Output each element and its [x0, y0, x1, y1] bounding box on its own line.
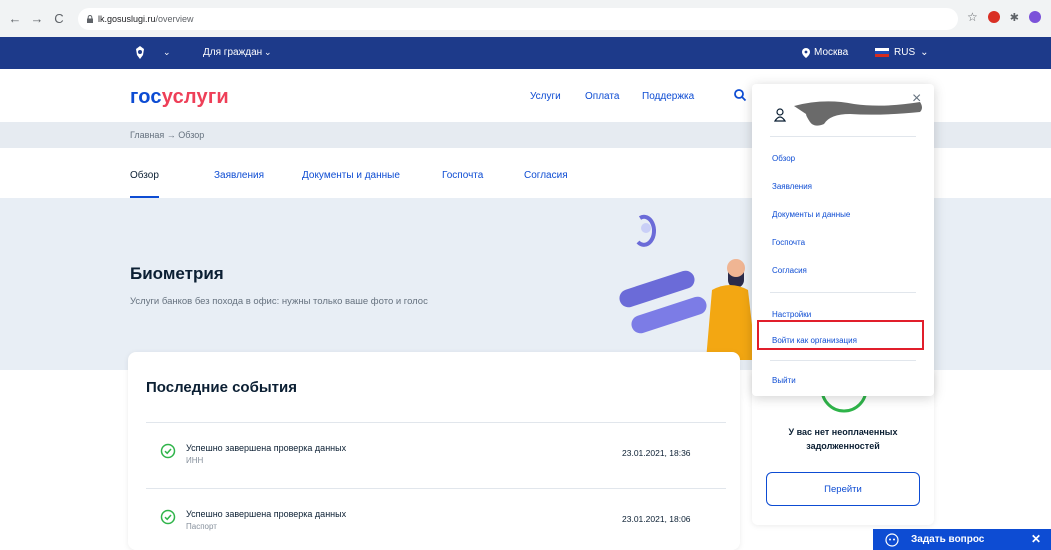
banner-title: Биометрия	[130, 264, 224, 283]
russia-flag-icon	[875, 48, 889, 57]
go-to-payments-button[interactable]: Перейти	[766, 472, 920, 506]
tab-overview[interactable]: Обзор	[130, 170, 159, 198]
event-date: 23.01.2021, 18:36	[622, 448, 691, 458]
menu-item-overview[interactable]: Обзор	[772, 154, 795, 163]
profile-avatar-icon[interactable]	[1029, 11, 1041, 23]
nav-services[interactable]: Услуги	[530, 91, 561, 102]
nav-payment[interactable]: Оплата	[585, 91, 619, 102]
profile-menu: × Обзор Заявления Документы и данные Гос…	[752, 84, 934, 396]
emblem-icon[interactable]	[130, 43, 150, 63]
reload-button[interactable]: C	[52, 11, 66, 26]
nav-support[interactable]: Поддержка	[642, 91, 694, 102]
language-selector[interactable]: RUS ⌄	[875, 47, 929, 58]
tab-applications[interactable]: Заявления	[214, 170, 264, 198]
ask-question-label: Задать вопрос	[911, 534, 985, 545]
event-date: 23.01.2021, 18:06	[622, 514, 691, 524]
banner-subtitle: Услуги банков без похода в офис: нужны т…	[130, 296, 428, 307]
back-button[interactable]: ←	[8, 11, 22, 26]
tab-documents[interactable]: Документы и данные	[302, 170, 400, 198]
forward-button[interactable]: →	[30, 11, 44, 26]
extensions: ☆ ✱	[967, 10, 1041, 24]
menu-item-applications[interactable]: Заявления	[772, 182, 812, 191]
highlight-box	[757, 320, 924, 350]
user-icon	[774, 108, 786, 122]
recent-events-card: Последние события Успешно завершена пров…	[128, 352, 740, 550]
extension-red-icon[interactable]	[987, 11, 1000, 23]
event-subtitle: Паспорт	[186, 522, 217, 531]
event-row[interactable]: Успешно завершена проверка данных Паспор…	[146, 488, 726, 548]
search-icon[interactable]	[733, 88, 747, 102]
puzzle-icon[interactable]: ✱	[1010, 11, 1019, 24]
close-chat-icon[interactable]: ✕	[1031, 532, 1041, 546]
event-row[interactable]: Успешно завершена проверка данных ИНН 23…	[146, 422, 726, 482]
no-debts-message: У вас нет неоплаченных задолженностей	[788, 427, 898, 451]
browser-nav: ← → C	[8, 11, 66, 26]
chevron-down-icon: ⌄	[920, 47, 929, 58]
events-title: Последние события	[146, 379, 297, 396]
event-subtitle: ИНН	[186, 456, 204, 465]
city-selector[interactable]: Москва	[802, 47, 848, 58]
breadcrumb-text[interactable]: Главная → Обзор	[130, 130, 204, 140]
top-bar: ⌄ Для граждан ⌄ Москва RUS ⌄	[0, 37, 1051, 69]
menu-item-consents[interactable]: Согласия	[772, 266, 807, 275]
menu-divider	[770, 292, 916, 293]
tab-gosmail[interactable]: Госпочта	[442, 170, 483, 198]
menu-divider	[770, 360, 916, 361]
address-bar[interactable]: lk.gosuslugi.ru /overview	[78, 7, 958, 30]
check-circle-icon	[160, 509, 176, 525]
tab-consents[interactable]: Согласия	[524, 170, 568, 198]
menu-item-login-as-organization[interactable]: Войти как организация	[772, 336, 857, 345]
url-path: /overview	[155, 13, 194, 24]
chat-bot-icon	[885, 532, 899, 547]
chevron-down-icon[interactable]: ⌄	[163, 47, 171, 58]
close-icon[interactable]: ×	[912, 90, 921, 108]
redacted-username	[794, 101, 922, 126]
browser-toolbar: ← → C lk.gosuslugi.ru /overview ☆ ✱	[0, 0, 1051, 37]
check-circle-icon	[160, 443, 176, 459]
menu-item-gosmail[interactable]: Госпочта	[772, 238, 805, 247]
language-label: RUS	[894, 47, 916, 58]
location-pin-icon	[802, 47, 810, 58]
gosuslugi-logo[interactable]: госуслуги	[130, 86, 229, 109]
url-host: lk.gosuslugi.ru	[98, 13, 156, 24]
event-title: Успешно завершена проверка данных	[186, 509, 347, 519]
city-label: Москва	[814, 47, 849, 58]
menu-item-logout[interactable]: Выйти	[772, 376, 796, 385]
ask-question-widget[interactable]: Задать вопрос ✕	[873, 529, 1051, 550]
menu-item-documents[interactable]: Документы и данные	[772, 210, 850, 219]
menu-item-settings[interactable]: Настройки	[772, 310, 811, 319]
event-title: Успешно завершена проверка данных	[186, 443, 347, 453]
menu-divider	[770, 136, 916, 137]
biometrics-illustration	[619, 214, 756, 360]
star-icon[interactable]: ☆	[967, 10, 978, 24]
citizens-dropdown[interactable]: Для граждан	[203, 47, 262, 58]
chevron-down-icon[interactable]: ⌄	[264, 47, 272, 58]
lock-icon	[87, 14, 93, 23]
